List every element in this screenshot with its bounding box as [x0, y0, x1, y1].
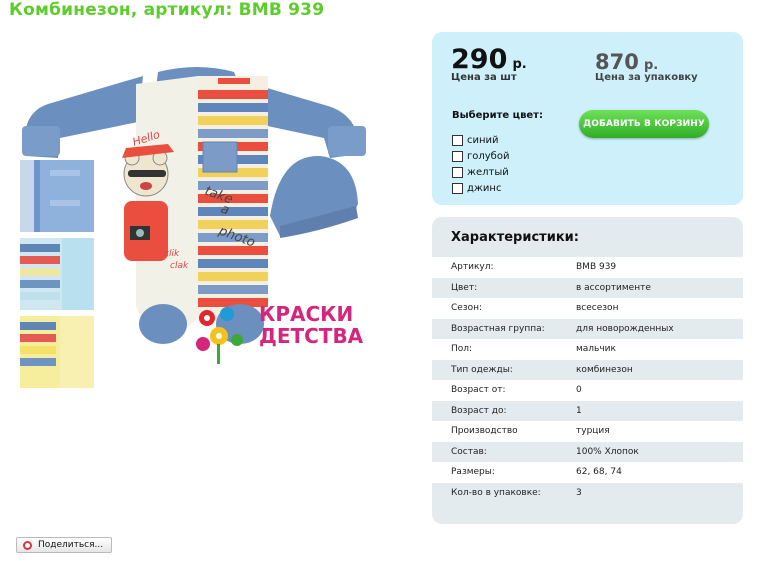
unit-price-label: Цена за шт — [451, 72, 517, 83]
pack-price: 870 р. Цена за упаковку — [595, 50, 698, 83]
color-checkbox[interactable] — [452, 134, 463, 146]
price-panel: 290 р. Цена за шт 870 р. Цена за упаковк… — [432, 32, 743, 205]
pack-price-label: Цена за упаковку — [595, 72, 698, 83]
color-option-blue[interactable]: синий — [452, 132, 509, 148]
color-options: синий голубой желтый джинс — [452, 132, 509, 196]
table-row: Возраст до: 1 — [432, 400, 743, 421]
table-row: Тип одежды: комбинезон — [432, 359, 743, 380]
table-row: Цвет: в ассортименте — [432, 277, 743, 298]
row-value: 0 — [576, 385, 582, 396]
print-clik: clik — [164, 249, 180, 259]
color-option-yellow[interactable]: желтый — [452, 164, 509, 180]
color-option-light-blue[interactable]: голубой — [452, 148, 509, 164]
row-value: в ассортименте — [576, 282, 651, 293]
row-value: для новорожденных — [576, 323, 674, 334]
table-row: Возраст от: 0 — [432, 380, 743, 401]
table-row: Артикул: BMB 939 — [432, 257, 743, 278]
row-value: комбинезон — [576, 364, 633, 375]
page-title: Комбинезон, артикул: BMB 939 — [9, 0, 325, 20]
brand-flowers-icon — [196, 307, 243, 364]
row-key: Тип одежды: — [451, 364, 513, 375]
characteristics-panel: Характеристики: Артикул: BMB 939 Цвет: в а… — [432, 217, 743, 524]
row-key: Размеры: — [451, 467, 495, 478]
unit-price: 290 р. Цена за шт — [451, 44, 527, 83]
color-label: джинс — [467, 182, 502, 194]
row-value: 3 — [576, 487, 582, 498]
color-checkbox[interactable] — [452, 150, 463, 162]
characteristics-table: Артикул: BMB 939 Цвет: в ассортименте Сезо… — [432, 257, 743, 503]
row-key: Состав: — [451, 446, 487, 457]
row-key: Возраст от: — [451, 385, 506, 396]
color-checkbox[interactable] — [452, 166, 463, 178]
row-value: турция — [576, 426, 610, 437]
row-value: 100% Хлопок — [576, 446, 639, 457]
pack-price-currency: р. — [643, 58, 659, 73]
row-key: Пол: — [451, 344, 473, 355]
row-key: Цвет: — [451, 282, 478, 293]
color-label: синий — [467, 134, 499, 146]
table-row: Производство турция — [432, 421, 743, 442]
table-row: Кол-во в упаковке: 3 — [432, 482, 743, 503]
table-row: Пол: мальчик — [432, 339, 743, 360]
row-key: Возрастная группа: — [451, 323, 545, 334]
color-label: голубой — [467, 150, 510, 162]
row-key: Сезон: — [451, 303, 483, 314]
color-checkbox[interactable] — [452, 182, 463, 194]
row-value: 1 — [576, 405, 582, 416]
share-button[interactable]: Поделиться... — [16, 537, 112, 553]
brand-name-line1: КРАСКИ — [259, 302, 354, 326]
unit-price-value: 290 — [451, 44, 508, 75]
row-key: Кол-во в упаковке: — [451, 487, 541, 498]
row-key: Артикул: — [451, 262, 494, 273]
color-label: желтый — [467, 166, 509, 178]
row-value: 62, 68, 74 — [576, 467, 622, 478]
brand-logo: КРАСКИ ДЕТСТВА — [189, 300, 369, 366]
row-key: Возраст до: — [451, 405, 507, 416]
print-clak: clak — [170, 261, 189, 271]
color-select-title: Выберите цвет: — [452, 110, 543, 121]
share-icon — [23, 540, 32, 550]
share-label: Поделиться... — [38, 540, 104, 550]
color-option-denim[interactable]: джинс — [452, 180, 509, 196]
characteristics-title: Характеристики: — [451, 230, 579, 245]
unit-price-currency: р. — [512, 57, 527, 72]
table-row: Сезон: всесезон — [432, 298, 743, 319]
table-row: Возрастная группа: для новорожденных — [432, 318, 743, 339]
row-value: BMB 939 — [576, 262, 617, 273]
row-value: всесезон — [576, 303, 619, 314]
table-row: Состав: 100% Хлопок — [432, 441, 743, 462]
row-value: мальчик — [576, 344, 616, 355]
brand-name-line2: ДЕТСТВА — [259, 324, 364, 348]
row-key: Производство — [451, 426, 518, 437]
table-row: Размеры: 62, 68, 74 — [432, 462, 743, 483]
pack-price-value: 870 — [595, 50, 639, 74]
add-to-cart-button[interactable]: ДОБАВИТЬ В КОРЗИНУ — [579, 110, 709, 138]
